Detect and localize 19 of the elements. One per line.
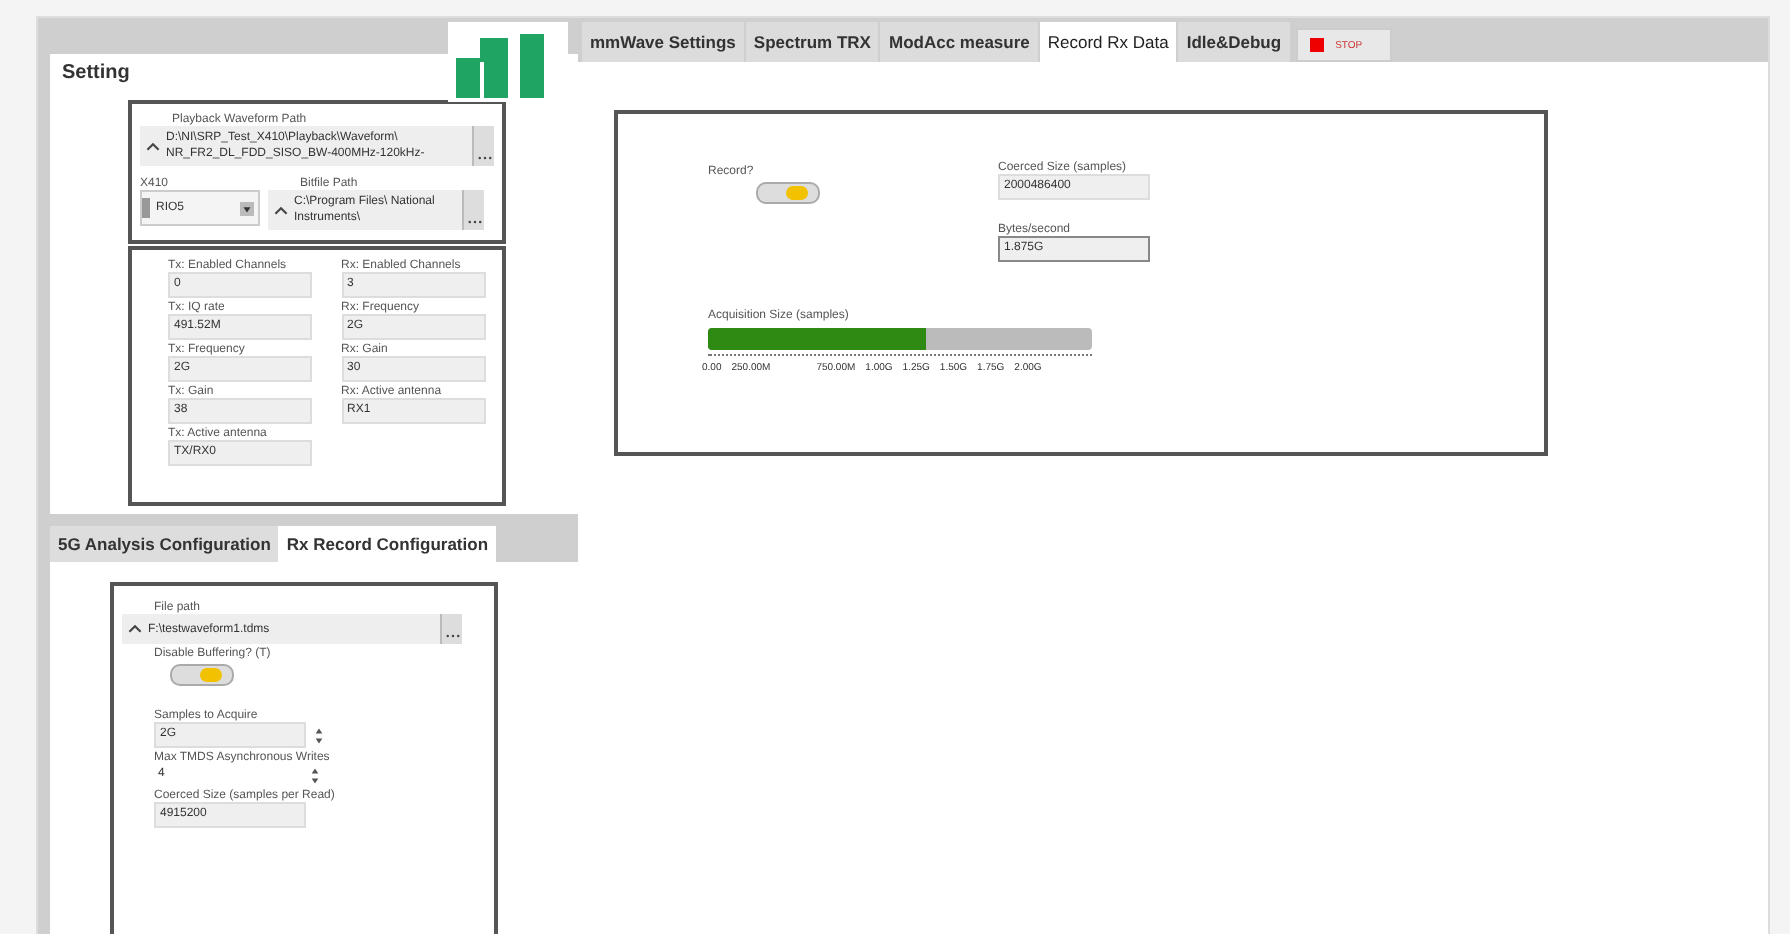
- toggle-switch[interactable]: [170, 664, 234, 686]
- tab[interactable]: Rx Record Configuration: [278, 526, 497, 562]
- tab[interactable]: ModAcc measure: [880, 22, 1038, 62]
- browse-button[interactable]: [462, 190, 484, 230]
- tab[interactable]: Idle&Debug: [1178, 22, 1290, 62]
- caret-icon: [128, 624, 142, 634]
- tab[interactable]: Spectrum TRX: [745, 22, 879, 62]
- tab[interactable]: mmWave Settings: [582, 22, 744, 62]
- panel-title: Setting: [62, 62, 132, 84]
- tab[interactable]: 5G Analysis Configuration: [50, 526, 279, 562]
- caret-icon: [146, 141, 160, 151]
- browse-button[interactable]: [472, 126, 494, 166]
- browse-button[interactable]: [440, 614, 462, 644]
- toggle-switch[interactable]: [756, 182, 820, 204]
- spinner-icon[interactable]: [310, 765, 320, 785]
- tab[interactable]: Record Rx Data: [1039, 22, 1177, 62]
- dropdown-arrow-icon[interactable]: [240, 201, 254, 215]
- spinner-icon[interactable]: [314, 725, 324, 745]
- caret-icon: [274, 205, 288, 215]
